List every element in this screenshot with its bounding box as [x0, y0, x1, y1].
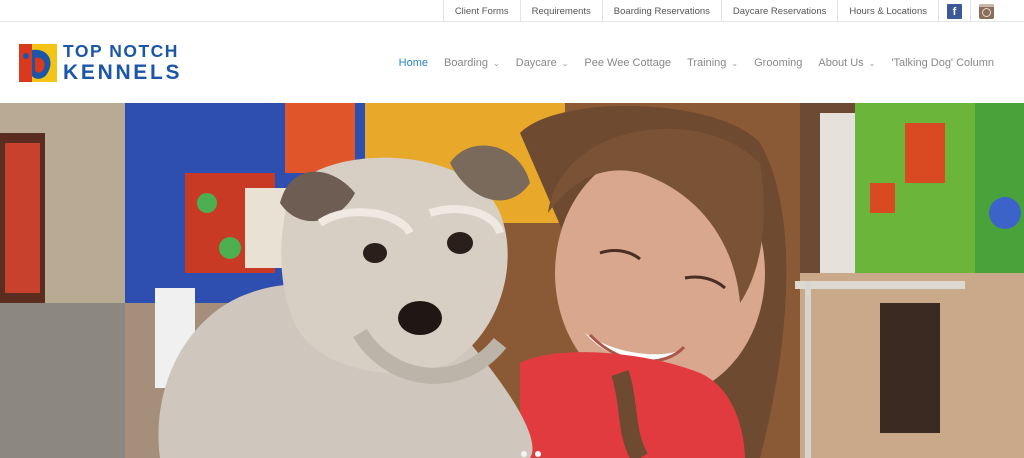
chevron-down-icon: ⌄ — [731, 58, 739, 68]
nav-boarding[interactable]: Boarding ⌄ — [444, 57, 500, 69]
nav-about-label: About Us — [818, 57, 864, 69]
nav-grooming[interactable]: Grooming — [754, 57, 802, 69]
site-logo[interactable]: TOP NOTCH KENNELS — [19, 41, 183, 84]
nav-home-label: Home — [398, 57, 428, 69]
site-header: TOP NOTCH KENNELS Home Boarding ⌄ Daycare… — [0, 23, 1024, 103]
hero-image — [0, 103, 1024, 458]
hours-locations-link[interactable]: Hours & Locations — [837, 0, 938, 22]
daycare-reservations-link[interactable]: Daycare Reservations — [720, 0, 837, 22]
logo-wordmark: TOP NOTCH KENNELS — [63, 41, 183, 84]
instagram-icon — [979, 3, 994, 19]
nav-pee-wee-cottage[interactable]: Pee Wee Cottage — [584, 57, 671, 69]
chevron-down-icon: ⌄ — [868, 58, 876, 68]
main-nav: Home Boarding ⌄ Daycare ⌄ Pee Wee Cottage … — [383, 23, 994, 103]
facebook-link[interactable]: f — [938, 0, 970, 22]
logo-mark-icon — [19, 43, 57, 82]
nav-daycare-label: Daycare — [515, 57, 557, 69]
nav-talking-dog-label: 'Talking Dog' Column — [891, 57, 994, 69]
nav-boarding-label: Boarding — [444, 57, 489, 69]
chevron-down-icon: ⌄ — [493, 58, 500, 68]
utility-links: Client Forms Requirements Boarding Reser… — [442, 0, 1002, 22]
boarding-reservations-link[interactable]: Boarding Reservations — [601, 0, 721, 22]
nav-daycare[interactable]: Daycare ⌄ — [516, 57, 569, 69]
chevron-down-icon: ⌄ — [561, 58, 569, 68]
nav-training[interactable]: Training ⌄ — [687, 57, 738, 69]
instagram-link[interactable] — [970, 0, 1002, 22]
nav-pee-wee-label: Pee Wee Cottage — [584, 57, 672, 69]
nav-grooming-label: Grooming — [754, 57, 803, 69]
top-utility-bar: Client Forms Requirements Boarding Reser… — [0, 0, 1024, 22]
requirements-link[interactable]: Requirements — [519, 0, 602, 22]
client-forms-link[interactable]: Client Forms — [442, 0, 520, 22]
facebook-icon: f — [947, 3, 962, 19]
logo-line-2: KENNELS — [63, 60, 183, 84]
nav-about-us[interactable]: About Us ⌄ — [818, 57, 875, 69]
nav-home[interactable]: Home — [399, 57, 428, 69]
nav-talking-dog-column[interactable]: 'Talking Dog' Column — [891, 57, 994, 69]
nav-training-label: Training — [687, 57, 727, 69]
logo-line-1: TOP NOTCH — [63, 41, 179, 61]
